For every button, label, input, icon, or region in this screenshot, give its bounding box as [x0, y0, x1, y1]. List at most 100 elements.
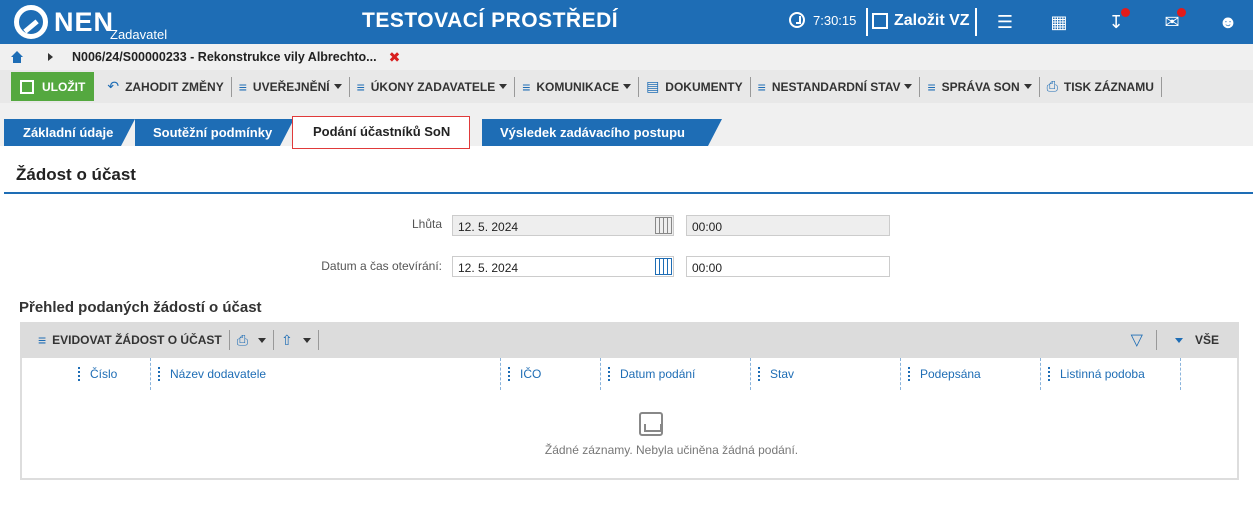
environment-title: TESTOVACÍ PROSTŘEDÍ [362, 9, 619, 32]
column-separator [150, 358, 151, 390]
documents-label: DOKUMENTY [665, 79, 743, 94]
logo-subtitle: Zadavatel [110, 27, 168, 42]
column-separator [600, 358, 601, 390]
actions-icon: ≡ [38, 332, 47, 348]
calendar-icon[interactable] [655, 258, 672, 275]
print-record-button[interactable]: ⎙ TISK ZÁZNAMU [1040, 70, 1161, 103]
tab-bar: Základní údaje Soutěžní podmínky Podání … [0, 103, 1253, 149]
nen-logo[interactable]: NEN Zadavatel [14, 5, 167, 42]
save-button[interactable]: ULOŽIT [11, 72, 95, 101]
grid-header: Číslo Název dodavatele IČO Datum podání … [20, 358, 1239, 390]
column-header-signed[interactable]: Podepsána [908, 358, 981, 390]
user-icon[interactable]: ☻ [1216, 10, 1240, 34]
column-menu-icon[interactable] [78, 367, 80, 381]
grid-toolbar: ≡ EVIDOVAT ŽÁDOST O ÚČAST ⎙ ⇧ ▽ VŠE [20, 322, 1239, 358]
top-bar: NEN Zadavatel TESTOVACÍ PROSTŘEDÍ 7:30:1… [0, 0, 1253, 44]
menu-icon[interactable]: ☰ [993, 10, 1017, 34]
column-header-ico[interactable]: IČO [508, 358, 541, 390]
chevron-down-icon [302, 337, 311, 343]
tab-basic-info[interactable]: Základní údaje [4, 119, 135, 146]
column-header-paper-form[interactable]: Listinná podoba [1048, 358, 1145, 390]
divider [866, 8, 868, 36]
discard-label: ZAHODIT ZMĚNY [125, 79, 224, 94]
opening-date-field[interactable]: 12. 5. 2024 [452, 256, 674, 277]
publishing-menu[interactable]: ≡ UVEŘEJNĚNÍ [232, 70, 349, 103]
filter-button[interactable]: ▽ [1124, 322, 1156, 358]
mail-icon[interactable]: ✉ [1160, 8, 1186, 34]
column-header-status[interactable]: Stav [758, 358, 794, 390]
column-menu-icon[interactable] [1048, 367, 1050, 381]
column-header-number[interactable]: Číslo [78, 358, 117, 390]
edit-icon [872, 13, 888, 29]
column-header-submission-date[interactable]: Datum podání [608, 358, 695, 390]
column-menu-icon[interactable] [908, 367, 910, 381]
main-toolbar: ULOŽIT ↶ ZAHODIT ZMĚNY ≡ UVEŘEJNĚNÍ ≡ ÚK… [0, 70, 1253, 103]
column-separator [750, 358, 751, 390]
close-icon[interactable]: ✖ [389, 49, 401, 66]
nonstandard-state-menu[interactable]: ≡ NESTANDARDNÍ STAV [751, 70, 920, 103]
breadcrumb-arrow-icon [48, 53, 53, 61]
divider [317, 330, 319, 350]
actions-icon: ≡ [522, 78, 531, 95]
chevron-down-icon [1023, 84, 1032, 89]
column-menu-icon[interactable] [158, 367, 160, 381]
chevron-down-icon [333, 84, 342, 89]
notification-badge [1177, 8, 1186, 17]
download-icon[interactable]: ↧ [1104, 8, 1130, 34]
documents-button[interactable]: ▤ DOKUMENTY [639, 70, 750, 103]
deadline-time-value: 00:00 [692, 220, 723, 234]
tab-competition-conditions[interactable]: Soutěžní podmínky [135, 119, 294, 146]
chevron-down-icon [1174, 337, 1183, 343]
column-menu-icon[interactable] [758, 367, 760, 381]
column-header-supplier-name[interactable]: Název dodavatele [158, 358, 266, 390]
breadcrumb: N006/24/S00000233 - Rekonstrukce vily Al… [0, 44, 1253, 70]
print-menu[interactable]: ⎙ [230, 322, 273, 358]
column-separator [1040, 358, 1041, 390]
add-application-button[interactable]: ≡ EVIDOVAT ŽÁDOST O ÚČAST [20, 322, 229, 358]
home-icon[interactable] [11, 51, 23, 63]
communication-menu[interactable]: ≡ KOMUNIKACE [515, 70, 638, 103]
print-icon: ⎙ [1046, 78, 1058, 94]
clock-icon [789, 12, 805, 28]
chevron-down-icon [904, 84, 913, 89]
actions-icon: ≡ [927, 78, 936, 95]
save-icon [20, 79, 34, 94]
add-application-label: EVIDOVAT ŽÁDOST O ÚČAST [52, 333, 222, 347]
section-title: Žádost o účast [16, 165, 136, 184]
inbox-icon [639, 412, 663, 436]
grid-title: Přehled podaných žádostí o účast [19, 299, 262, 316]
clock-time: 7:30:15 [813, 12, 857, 28]
tab-procedure-result[interactable]: Výsledek zadávacího postupu [482, 119, 722, 146]
undo-icon: ↶ [107, 78, 120, 94]
actions-icon: ≡ [356, 78, 365, 95]
opening-time-field[interactable]: 00:00 [686, 256, 890, 277]
export-icon: ⇧ [280, 331, 293, 348]
divider [975, 8, 977, 36]
grid-body [20, 390, 1239, 480]
tab-participant-submissions[interactable]: Podání účastníků SoN [292, 116, 470, 149]
divider [1160, 76, 1162, 97]
deadline-time-field: 00:00 [686, 215, 890, 236]
son-admin-label: SPRÁVA SON [941, 79, 1020, 94]
logo-text: NEN [54, 7, 115, 37]
acts-label: ÚKONY ZADAVATELE [370, 79, 496, 94]
filter-icon: ▽ [1130, 332, 1143, 349]
contracting-acts-menu[interactable]: ≡ ÚKONY ZADAVATELE [350, 70, 515, 103]
print-icon: ⎙ [236, 331, 248, 348]
view-all-menu[interactable]: VŠE [1157, 322, 1239, 358]
deadline-date-field: 12. 5. 2024 [452, 215, 674, 236]
discard-changes-button[interactable]: ↶ ZAHODIT ZMĚNY [100, 70, 230, 103]
column-menu-icon[interactable] [508, 367, 510, 381]
son-admin-menu[interactable]: ≡ SPRÁVA SON [920, 70, 1038, 103]
chevron-down-icon [623, 84, 632, 89]
calendar-icon [655, 217, 672, 234]
breadcrumb-path[interactable]: N006/24/S00000233 - Rekonstrukce vily Al… [72, 50, 377, 64]
view-all-label: VŠE [1194, 333, 1219, 347]
create-vz-button[interactable]: Založit VZ [872, 12, 970, 30]
column-separator [1180, 358, 1181, 390]
calculator-icon[interactable]: ▦ [1047, 10, 1071, 34]
actions-icon: ≡ [757, 78, 766, 95]
column-menu-icon[interactable] [608, 367, 610, 381]
opening-date-value: 12. 5. 2024 [458, 261, 519, 275]
export-menu[interactable]: ⇧ [274, 322, 318, 358]
